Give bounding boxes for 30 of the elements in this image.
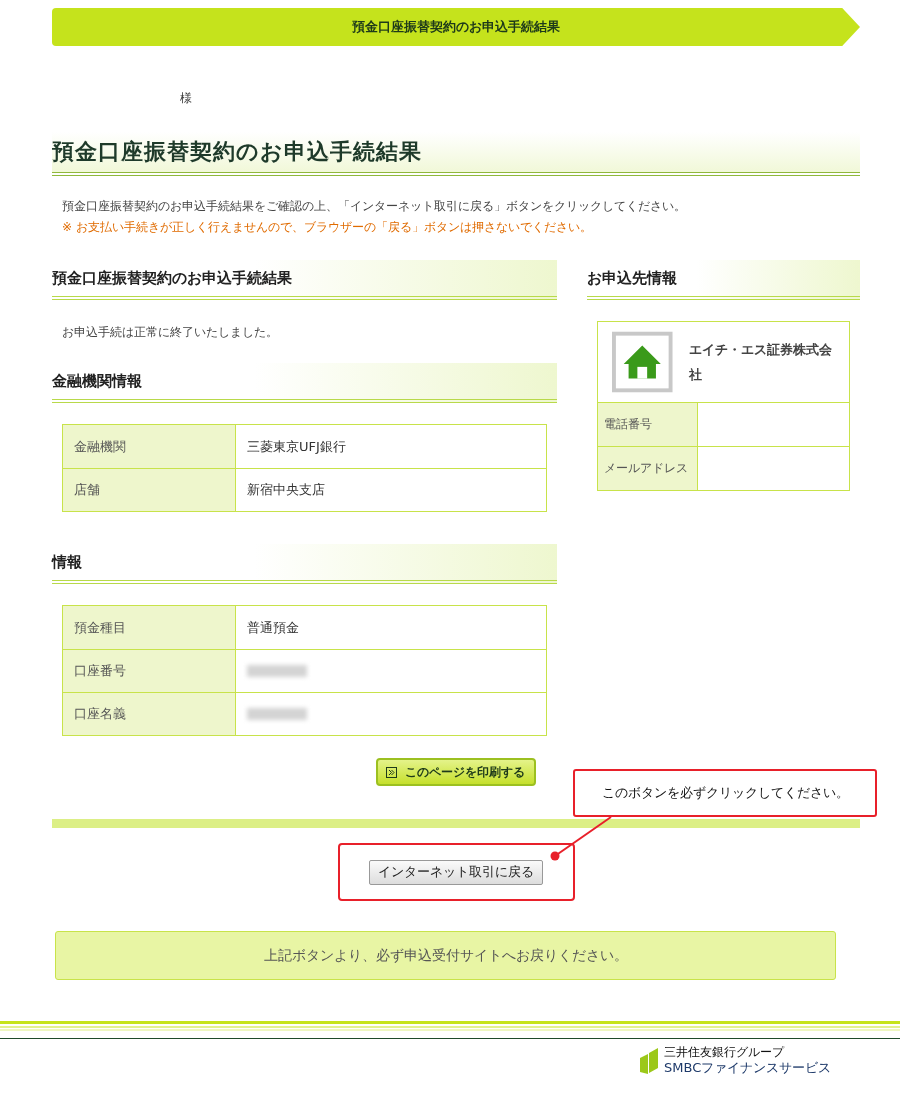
logo-mark-icon xyxy=(640,1047,658,1074)
section-heading: 預金口座振替契約のお申込手続結果 xyxy=(52,260,557,300)
section-heading: お申込先情報 xyxy=(587,260,860,300)
section-heading: 情報 xyxy=(52,544,557,584)
table-label: 預金種目 xyxy=(63,606,236,649)
table-value: 普通預金 xyxy=(247,618,299,637)
callout-box: このボタンを必ずクリックしてください。 xyxy=(573,769,877,817)
step-banner: 預金口座振替契約のお申込手続結果 xyxy=(52,8,860,46)
customer-honorific: 様 xyxy=(180,90,193,107)
section-heading: 金融機関情報 xyxy=(52,363,557,403)
table-label: 店舗 xyxy=(63,469,236,511)
table-label: 口座番号 xyxy=(63,650,236,692)
print-button[interactable]: このページを印刷する xyxy=(376,758,536,786)
table-label: 口座名義 xyxy=(63,693,236,735)
company-name: エイチ・エス証券株式会社 xyxy=(688,341,833,384)
house-icon xyxy=(612,331,673,393)
return-button[interactable]: インターネット取引に戻る xyxy=(369,859,543,885)
result-message: お申込手続は正常に終了いたしました。 xyxy=(62,324,279,341)
print-icon xyxy=(386,766,397,778)
warning-text: ※ お支払い手続きが正しく行えませんので、ブラウザーの「戻る」ボタンは押さないでください。 xyxy=(62,219,593,236)
page-title: 預金口座振替契約のお申込手続結果 xyxy=(52,132,860,176)
intro-text: 預金口座振替契約のお申込手続結果をご確認の上、「インターネット取引に戻る」ボタンをクリックしてください。 xyxy=(62,198,687,215)
table-value: 三菱東京UFJ銀行 xyxy=(247,437,346,456)
table-value: 新宿中央支店 xyxy=(247,481,325,499)
logo-group-text: 三井住友銀行グループ xyxy=(664,1045,786,1060)
table-label: メールアドレス xyxy=(598,447,698,490)
logo-name-text: SMBCファイナンスサービス xyxy=(664,1060,832,1076)
table-label: 電話番号 xyxy=(598,403,698,446)
notice-banner: 上記ボタンより、必ず申込受付サイトへお戻りください。 xyxy=(55,931,836,980)
table-label: 金融機関 xyxy=(63,425,236,468)
